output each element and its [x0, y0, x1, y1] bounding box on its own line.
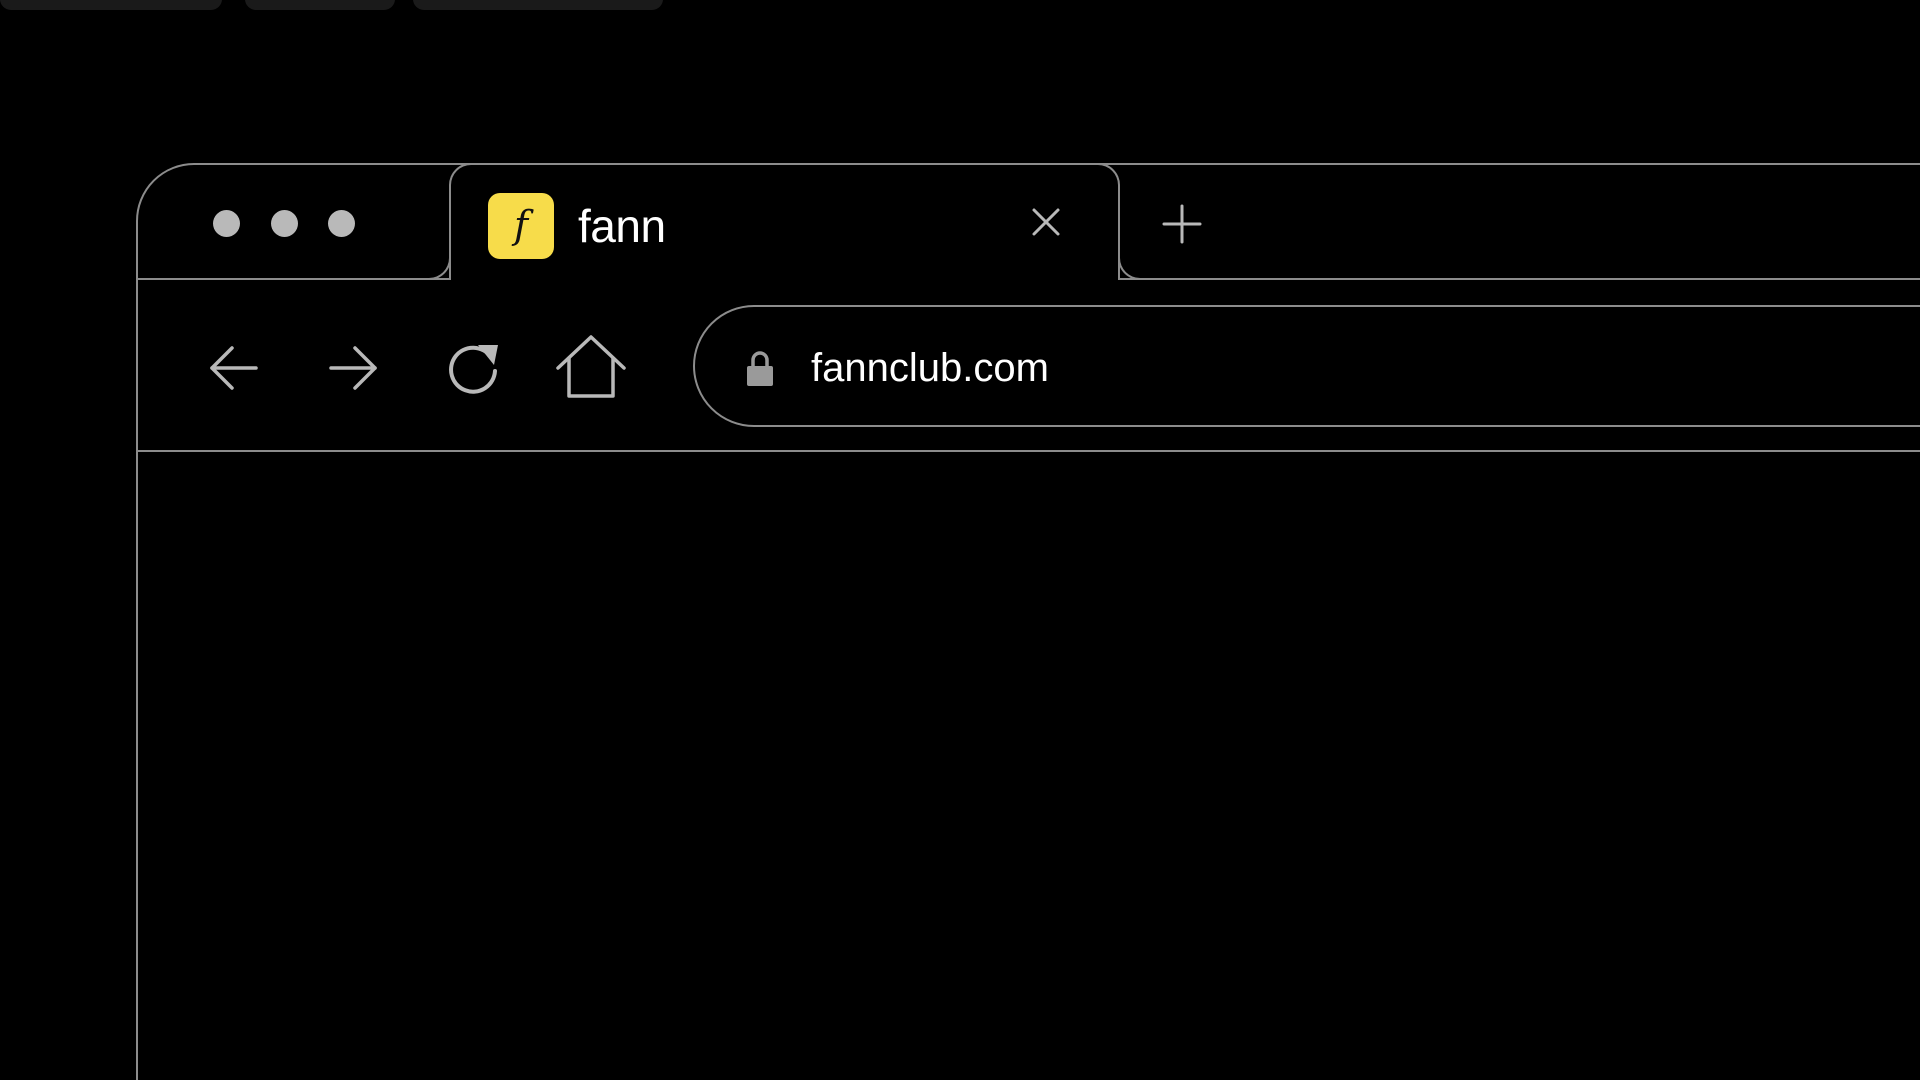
favicon: f [488, 193, 554, 259]
window-maximize-dot[interactable] [328, 210, 355, 237]
plus-icon[interactable] [1160, 202, 1204, 246]
background-tab-pill [0, 0, 222, 10]
background-tab-pill [413, 0, 663, 10]
reload-icon[interactable] [442, 337, 504, 399]
browser-window [136, 163, 1920, 1080]
home-icon[interactable] [554, 334, 628, 400]
background-tab-pill [245, 0, 395, 10]
arrow-left-icon[interactable] [206, 340, 262, 396]
url-text[interactable]: fannclub.com [811, 338, 1049, 398]
window-close-dot[interactable] [213, 210, 240, 237]
arrow-right-icon[interactable] [325, 340, 381, 396]
toolbar-divider [138, 450, 1920, 452]
favicon-letter: f [513, 203, 529, 247]
window-minimize-dot[interactable] [271, 210, 298, 237]
tab-title: fann [578, 200, 666, 252]
close-icon[interactable] [1028, 204, 1064, 240]
lock-icon [747, 351, 773, 386]
